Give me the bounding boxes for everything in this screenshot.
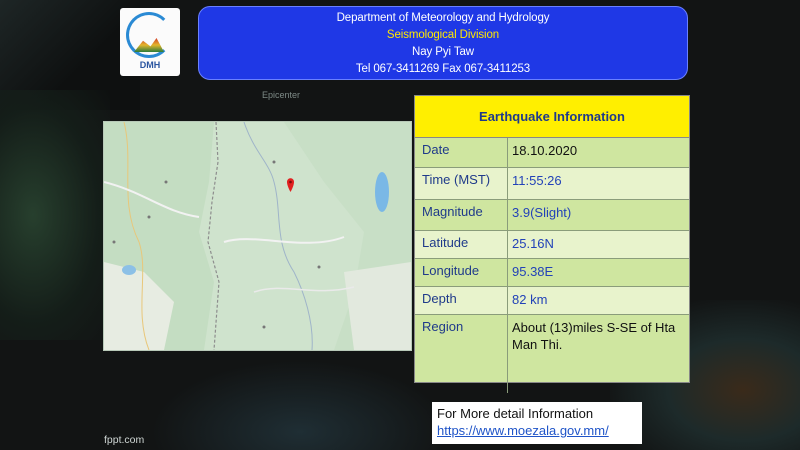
website-link[interactable]: https://www.moezala.gov.mm/	[437, 422, 642, 440]
row-key: Longitude	[415, 259, 508, 286]
row-key: Region	[415, 315, 508, 393]
row-value: 82 km	[512, 292, 548, 307]
table-title: Earthquake Information	[415, 96, 689, 138]
organization-name: Department of Meteorology and Hydrology	[336, 12, 550, 24]
map-graphic	[104, 122, 411, 350]
row-value: 18.10.2020	[512, 143, 578, 158]
row-key: Date	[415, 138, 508, 167]
background-decoration	[150, 360, 450, 450]
background-decoration	[0, 90, 110, 340]
contact-info: Tel 067-3411269 Fax 067-3411253	[355, 63, 531, 75]
table-row: Time (MST) 11:55:26	[415, 168, 689, 200]
city-name: Nay Pyi Taw	[412, 46, 474, 58]
more-info-box: For More detail Information https://www.…	[432, 402, 642, 444]
row-key: Magnitude	[415, 200, 508, 230]
row-value: 25.16N	[512, 236, 554, 251]
table-row: Depth 82 km	[415, 287, 689, 315]
brand-watermark: fppt.com	[104, 434, 145, 446]
more-info-text: For More detail Information	[437, 406, 594, 421]
header-banner: Department of Meteorology and Hydrology …	[198, 6, 688, 80]
table-row: Magnitude 3.9(Slight)	[415, 200, 689, 231]
table-row: Latitude 25.16N	[415, 231, 689, 259]
map-label: Epicenter	[262, 90, 301, 100]
table-row: Region About (13)miles S-SE of Hta Man T…	[415, 315, 689, 393]
division-name: Seismological Division	[386, 29, 500, 41]
row-value: 95.38E	[512, 264, 554, 279]
dmh-logo: DMH	[120, 8, 180, 76]
table-row: Date 18.10.2020	[415, 138, 689, 168]
row-value: About (13)miles S-SE of Hta Man Thi.	[512, 320, 676, 352]
epicenter-map[interactable]	[103, 121, 412, 351]
earthquake-info-table: Earthquake Information Date 18.10.2020 T…	[414, 95, 690, 393]
row-key: Latitude	[415, 231, 508, 258]
row-key: Depth	[415, 287, 508, 314]
logo-text: DMH	[139, 60, 161, 70]
row-key: Time (MST)	[415, 168, 508, 199]
row-value: 11:55:26	[512, 173, 562, 188]
row-value: 3.9(Slight)	[512, 205, 572, 220]
table-row: Longitude 95.38E	[415, 259, 689, 287]
